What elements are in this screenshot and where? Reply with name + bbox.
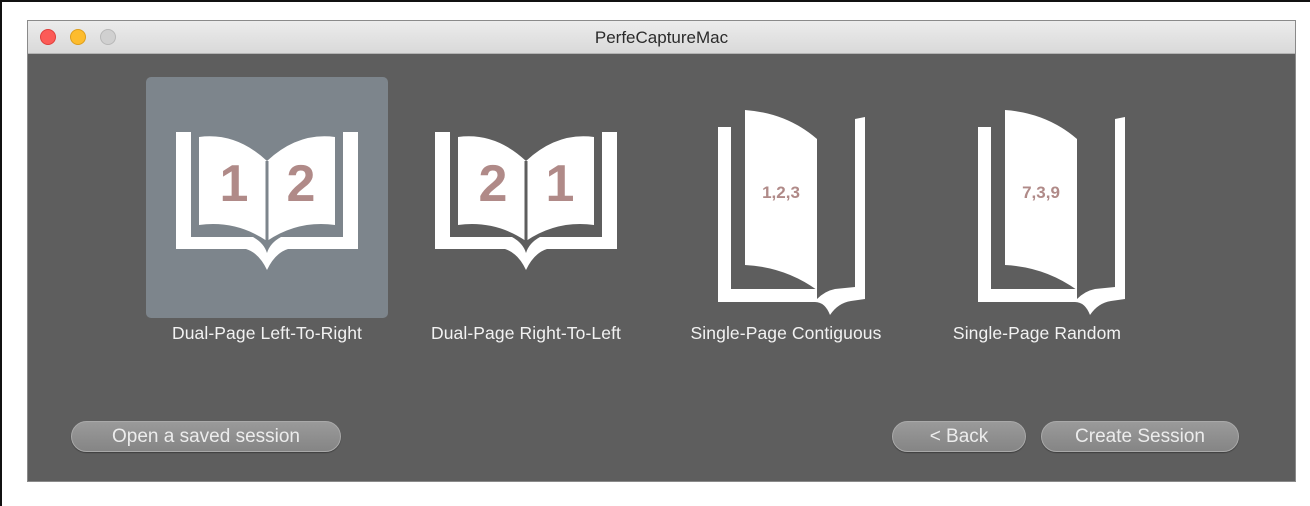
- book-single-page-icon: 7,3,9: [978, 110, 1125, 315]
- page-number-left: 2: [479, 155, 508, 213]
- option-dual-page-right-to-left[interactable]: 2 1: [405, 77, 647, 318]
- open-saved-session-button[interactable]: Open a saved session: [71, 421, 341, 452]
- option-label: Dual-Page Right-To-Left: [430, 323, 622, 343]
- page-number-left: 1: [220, 155, 249, 213]
- option-single-page-random[interactable]: 7,3,9: [925, 77, 1167, 318]
- option-label: Single-Page Contiguous: [690, 323, 882, 343]
- book-open-icon: 1 2: [176, 132, 358, 270]
- page-number-right: 1: [546, 155, 575, 213]
- page-sequence-label: 1,2,3: [762, 183, 800, 202]
- page-sequence-label: 7,3,9: [1022, 183, 1060, 202]
- option-label: Single-Page Random: [952, 323, 1122, 343]
- title-bar: PerfeCaptureMac: [28, 21, 1295, 54]
- create-session-button[interactable]: Create Session: [1041, 421, 1239, 452]
- window-title: PerfeCaptureMac: [594, 28, 729, 47]
- layout-options: 1 2 Dual-Page Left-To-Right 2 1 Dual-Pag…: [28, 54, 1295, 354]
- book-single-page-icon: 1,2,3: [718, 110, 865, 315]
- option-label: Dual-Page Left-To-Right: [171, 323, 363, 343]
- app-window: PerfeCaptureMac 1 2 Dual-Page Left-To-Ri…: [27, 20, 1296, 482]
- back-button[interactable]: < Back: [892, 421, 1026, 452]
- option-single-page-contiguous[interactable]: 1,2,3: [665, 77, 907, 318]
- page-number-right: 2: [287, 155, 316, 213]
- book-open-icon: 2 1: [435, 132, 617, 270]
- option-dual-page-left-to-right[interactable]: 1 2: [146, 77, 388, 318]
